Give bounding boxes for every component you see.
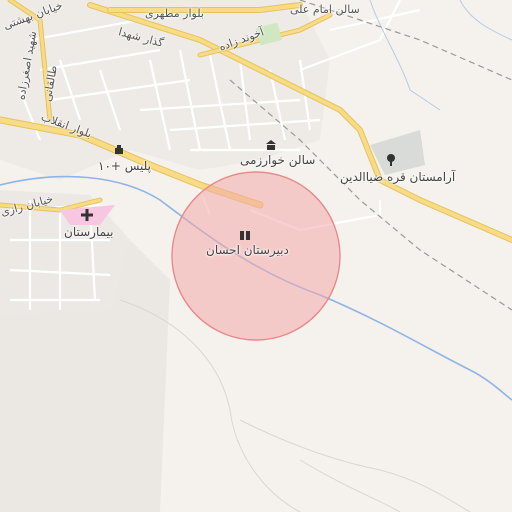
hall-icon[interactable] xyxy=(264,138,278,152)
poi-label-kharazmi: سالن خوارزمی xyxy=(240,153,316,167)
poi-label-school: دبیرستان احسان xyxy=(206,243,289,257)
cemetery-tree-icon[interactable] xyxy=(384,153,398,167)
poi-label-hospital: بیمارستان xyxy=(64,225,114,239)
police-icon[interactable] xyxy=(113,144,125,156)
street-label-motahari: بلوار مطهری xyxy=(145,7,204,20)
poi-label-cemetery: آرامستان قره ضیاالدین xyxy=(340,170,456,184)
school-icon[interactable] xyxy=(238,228,252,242)
street-label-imam-ali: سالن امام علی xyxy=(290,3,360,16)
poi-label-police: پلیس +۱۰ xyxy=(98,159,151,173)
hospital-cross-icon[interactable] xyxy=(80,208,94,222)
map-view[interactable]: خیابان بهشتی بلوار مطهری سالن امام علی گ… xyxy=(0,0,512,512)
